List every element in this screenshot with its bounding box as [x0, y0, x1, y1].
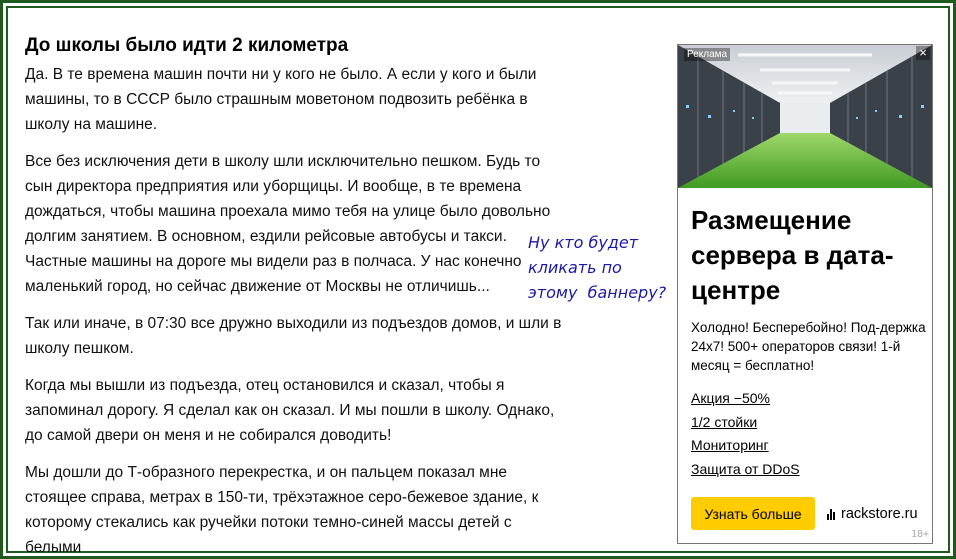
learn-more-button[interactable]: Узнать больше — [691, 497, 815, 530]
ad-domain-text: rackstore.ru — [841, 506, 918, 522]
ad-link-monitoring[interactable]: Мониторинг — [691, 434, 800, 458]
article-title: До школы было идти 2 километра — [25, 35, 349, 56]
article-paragraph: Мы дошли до Т-образного перекрестка, и о… — [25, 464, 539, 556]
annotation-line: Ну кто будет — [528, 233, 639, 252]
ad-label: Реклама — [684, 48, 731, 61]
ad-link-promo[interactable]: Акция −50% — [691, 387, 800, 411]
ad-description: Холодно! Бесперебойно! Под-держка 24x7! … — [691, 320, 926, 373]
close-icon[interactable]: × — [916, 46, 930, 60]
article-paragraph: Когда мы вышли из подъезда, отец останов… — [25, 377, 555, 444]
ad-image-server-room[interactable]: Реклама × — [678, 45, 932, 188]
article: До школы было идти 2 километра Да. В те … — [25, 34, 570, 559]
ad-banner[interactable]: Реклама × Размещение сервера в дата-цент… — [677, 44, 933, 544]
ad-link-half-rack[interactable]: 1/2 стойки — [691, 411, 800, 435]
annotation-line: этому баннеру? — [528, 283, 667, 302]
server-corridor-illustration — [678, 45, 932, 188]
age-rating-badge: 18+ — [910, 529, 929, 540]
ad-link-ddos[interactable]: Защита от DDoS — [691, 458, 800, 482]
handwritten-annotation: Ну кто будет кликать по этому баннеру? — [528, 230, 678, 305]
ad-sitelinks: Акция −50% 1/2 стойки Мониторинг Защита … — [691, 387, 800, 481]
annotation-line: кликать по — [528, 258, 622, 277]
ad-domain[interactable]: rackstore.ru — [827, 506, 918, 522]
bars-icon — [827, 508, 836, 520]
article-paragraph: Все без исключения дети в школу шли искл… — [25, 153, 551, 295]
article-paragraph: Так или иначе, в 07:30 все дружно выходи… — [25, 315, 562, 357]
article-paragraph: Да. В те времена машин почти ни у кого н… — [25, 66, 537, 133]
ad-title[interactable]: Размещение сервера в дата-центре — [691, 203, 927, 308]
